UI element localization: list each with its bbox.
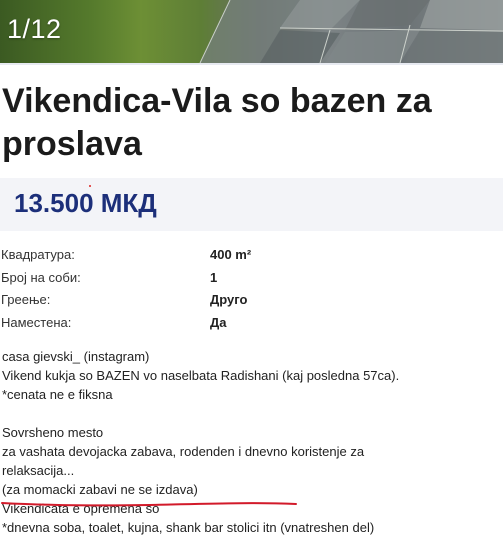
spec-label: Наместена: — [1, 315, 72, 330]
description-line: *cenata ne e fiksna — [2, 387, 113, 402]
spec-label: Број на соби: — [1, 270, 81, 285]
description-line: casa gievski_ (instagram) — [2, 349, 150, 364]
spec-label: Квадратура: — [1, 247, 75, 262]
description-line: *dnevna soba, toalet, kujna, shank bar s… — [2, 520, 375, 535]
description-line: za vashata devojacka zabava, rodenden i … — [2, 444, 365, 459]
gallery-photo — [199, 0, 503, 63]
description-line: Sovrsheno mesto — [2, 425, 104, 440]
description-line: Vikend kukja so BAZEN vo naselbata Radis… — [2, 368, 400, 383]
spec-row-rooms: Број на соби: 1 — [0, 267, 503, 289]
price-dot — [89, 185, 91, 187]
listing-title: Vikendica-Vila so bazen za proslava — [2, 82, 432, 163]
spec-value: Друго — [210, 292, 248, 307]
spec-value: 400 m² — [210, 247, 252, 262]
divider — [0, 63, 503, 65]
spec-label: Греење: — [1, 292, 51, 307]
spec-row-area: Квадратура: 400 m² — [0, 244, 503, 266]
description-line: relaksacija... — [2, 463, 75, 478]
annotation-underline — [1, 502, 297, 507]
spec-row-furnished: Наместена: Да — [0, 312, 503, 334]
spec-value: 1 — [210, 270, 218, 285]
spec-value: Да — [210, 315, 227, 330]
image-gallery[interactable]: 1/12 — [0, 0, 503, 63]
description-line: (za momacki zabavi ne se izdava) — [2, 482, 198, 497]
price-box: 13.500 МКД — [0, 178, 503, 231]
gallery-counter: 1/12 — [7, 14, 62, 44]
spec-row-heating: Греење: Друго — [0, 289, 503, 311]
listing-price: 13.500 МКД — [14, 188, 157, 218]
